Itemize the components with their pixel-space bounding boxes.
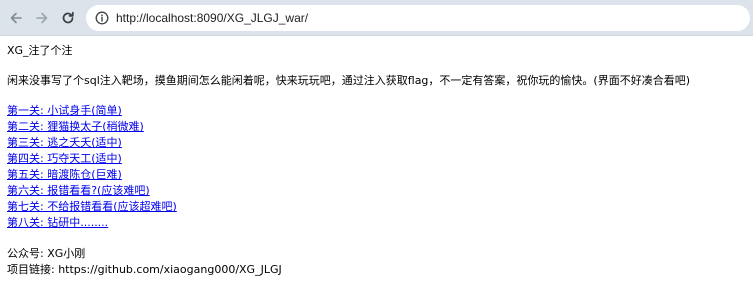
page-title: XG_注了个注 bbox=[7, 44, 73, 57]
back-button[interactable] bbox=[7, 9, 25, 27]
project-link-text: 项目链接: https://github.com/xiaogang000/XG_… bbox=[7, 263, 282, 276]
reload-button[interactable] bbox=[59, 9, 77, 27]
footer: 公众号: XG小刚 项目链接: https://github.com/xiaog… bbox=[7, 246, 753, 278]
level-link-6[interactable]: 第六关: 报错看看?(应该难吧) bbox=[7, 183, 753, 199]
intro-text: 闲来没事写了个sql注入靶场，摸鱼期间怎么能闲着呢，快来玩玩吧，通过注入获取fl… bbox=[7, 74, 690, 87]
level-link-3[interactable]: 第三关: 逃之夭夭(适中) bbox=[7, 135, 753, 151]
address-bar[interactable]: http://localhost:8090/XG_JLGJ_war/ bbox=[86, 5, 750, 31]
level-link-4[interactable]: 第四关: 巧夺天工(适中) bbox=[7, 151, 753, 167]
level-link-1[interactable]: 第一关: 小试身手(简单) bbox=[7, 103, 753, 119]
info-icon[interactable] bbox=[94, 10, 110, 26]
forward-button[interactable] bbox=[33, 9, 51, 27]
level-link-2[interactable]: 第二关: 狸猫换太子(稍微难) bbox=[7, 119, 753, 135]
arrow-right-icon bbox=[36, 12, 48, 24]
level-link-8[interactable]: 第八关: 钻研中........ bbox=[7, 215, 753, 231]
browser-toolbar: http://localhost:8090/XG_JLGJ_war/ bbox=[0, 0, 753, 36]
reload-icon bbox=[62, 11, 74, 24]
wechat-account-text: 公众号: XG小刚 bbox=[7, 247, 86, 260]
level-list: 第一关: 小试身手(简单) 第二关: 狸猫换太子(稍微难) 第三关: 逃之夭夭(… bbox=[7, 103, 753, 231]
level-link-5[interactable]: 第五关: 暗渡陈仓(巨难) bbox=[7, 167, 753, 183]
arrow-left-icon bbox=[10, 12, 22, 24]
url-text[interactable]: http://localhost:8090/XG_JLGJ_war/ bbox=[116, 11, 308, 25]
page-content: XG_注了个注 闲来没事写了个sql注入靶场，摸鱼期间怎么能闲着呢，快来玩玩吧，… bbox=[0, 36, 753, 278]
level-link-7[interactable]: 第七关: 不给报错看看(应该超难吧) bbox=[7, 199, 753, 215]
